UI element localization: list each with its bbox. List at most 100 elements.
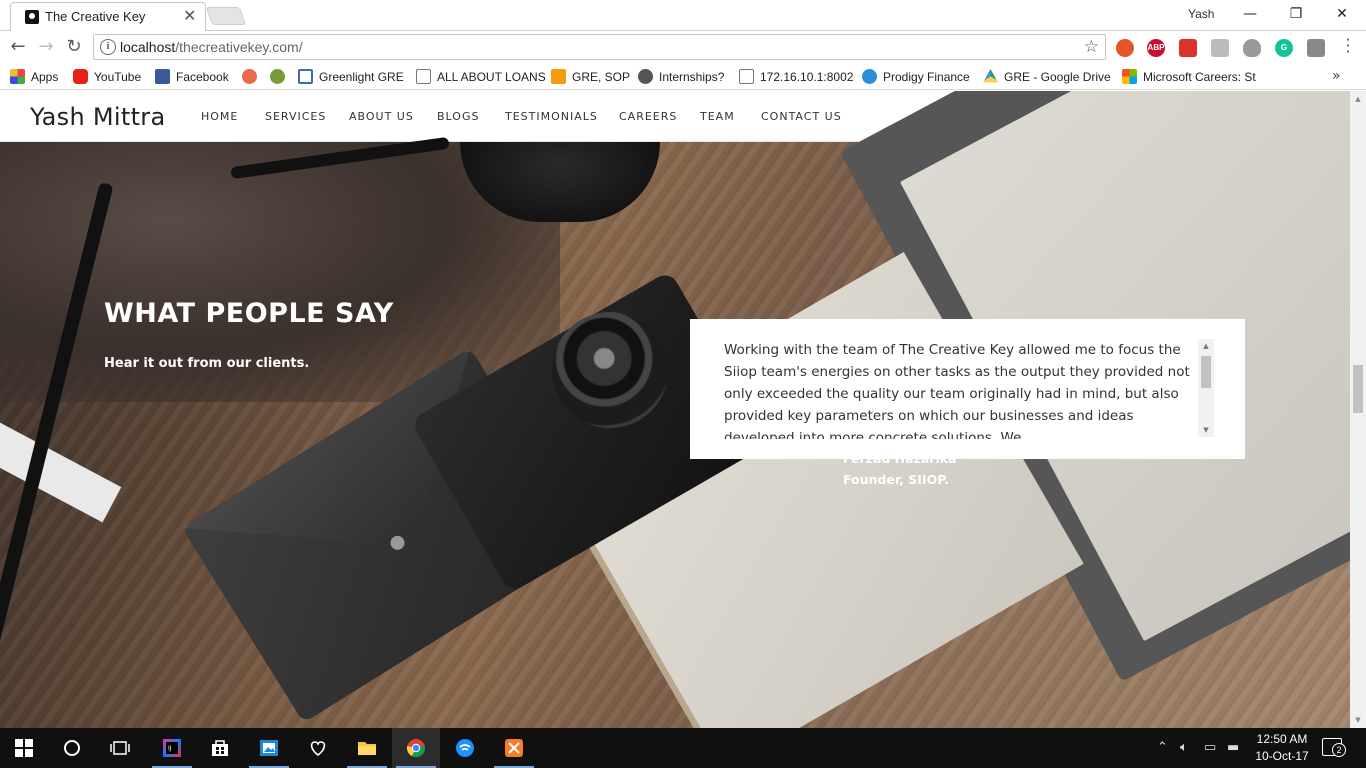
- task-view-icon[interactable]: [96, 728, 144, 768]
- new-tab-button[interactable]: [205, 7, 247, 25]
- bookmark-all-about-loans[interactable]: ALL ABOUT LOANS: [416, 67, 546, 87]
- nav-team[interactable]: TEAM: [700, 110, 735, 123]
- scroll-up-icon[interactable]: ▲: [1198, 339, 1214, 353]
- nav-home[interactable]: HOME: [201, 110, 238, 123]
- bookmark-apps[interactable]: Apps: [10, 67, 58, 87]
- bookmarks-overflow-icon[interactable]: »: [1332, 68, 1341, 84]
- chrome-logo-icon: [406, 739, 426, 758]
- tab-title: The Creative Key: [45, 9, 146, 24]
- tribal-icon: [270, 69, 285, 84]
- nav-about-us[interactable]: ABOUT US: [349, 110, 414, 123]
- keyhole-favicon-icon: [25, 10, 39, 24]
- file-explorer-icon[interactable]: [343, 728, 391, 768]
- bookmark-gre-google-drive[interactable]: GRE - Google Drive: [983, 67, 1111, 87]
- wifi-app-icon[interactable]: [441, 728, 489, 768]
- minimize-button[interactable]: —: [1227, 3, 1273, 25]
- nav-services[interactable]: SERVICES: [265, 110, 326, 123]
- bookmark-label: YouTube: [94, 70, 142, 84]
- nav-contact-us[interactable]: CONTACT US: [761, 110, 842, 123]
- scroll-up-icon[interactable]: ▲: [1350, 91, 1366, 107]
- store-bag-icon: [212, 740, 228, 756]
- bookmark-gre-sop[interactable]: GRE, SOP: [551, 67, 630, 87]
- scroll-thumb[interactable]: [1353, 365, 1363, 413]
- clipboard-icon[interactable]: [1211, 39, 1229, 57]
- restore-button[interactable]: ❐: [1273, 3, 1319, 25]
- iheartradio-glyph-icon: [310, 741, 326, 757]
- url-text[interactable]: localhost/thecreativekey.com/: [120, 39, 303, 55]
- xampp-glyph-icon: [505, 739, 523, 757]
- page-icon: [416, 69, 431, 84]
- notification-count-badge: 2: [1332, 743, 1346, 757]
- record-icon[interactable]: [1179, 39, 1197, 57]
- scroll-down-icon[interactable]: ▼: [1198, 423, 1214, 437]
- bookmark-facebook[interactable]: Facebook: [155, 67, 229, 87]
- photos-icon[interactable]: [245, 728, 293, 768]
- profile-name[interactable]: Yash: [1188, 7, 1214, 21]
- bookmark-microsoft-careers[interactable]: Microsoft Careers: St: [1122, 67, 1262, 87]
- intellij-glyph-icon: IJ: [163, 739, 181, 757]
- camera-lens: [552, 312, 668, 428]
- scroll-thumb[interactable]: [1201, 356, 1211, 388]
- bookmark-label: ALL ABOUT LOANS: [437, 70, 546, 84]
- bookmark-internships[interactable]: Internships?: [638, 67, 724, 87]
- bookmark-tribal[interactable]: [270, 67, 291, 87]
- bookmark-youtube[interactable]: YouTube: [73, 67, 141, 87]
- abp-icon[interactable]: ABP: [1147, 39, 1165, 57]
- site-brand[interactable]: Yash Mittra: [30, 103, 165, 131]
- page-scrollbar[interactable]: ▲ ▼: [1350, 91, 1366, 728]
- bookmark-label: Prodigy Finance: [883, 70, 970, 84]
- bookmark-label: GRE - Google Drive: [1004, 70, 1111, 84]
- cortana-icon[interactable]: [48, 728, 96, 768]
- flame-icon[interactable]: [1116, 39, 1134, 57]
- address-bar[interactable]: i localhost/thecreativekey.com/ ☆: [93, 34, 1106, 60]
- iheartradio-icon[interactable]: [294, 728, 342, 768]
- xampp-icon[interactable]: [490, 728, 538, 768]
- tab-close-icon[interactable]: ✕: [183, 6, 196, 25]
- clock-date: 10-Oct-17: [1255, 749, 1309, 763]
- forward-button[interactable]: →: [34, 35, 58, 59]
- camera-icon[interactable]: [1307, 39, 1325, 57]
- back-button[interactable]: ←: [6, 35, 30, 59]
- browser-toolbar: ← → ↻ i localhost/thecreativekey.com/ ☆ …: [0, 31, 1366, 63]
- battery-icon[interactable]: ▬: [1227, 740, 1239, 755]
- nav-blogs[interactable]: BLOGS: [437, 110, 479, 123]
- browser-tab[interactable]: The Creative Key ✕: [10, 2, 206, 31]
- browser-tab-strip: The Creative Key ✕ Yash — ❐ ✕: [0, 0, 1366, 31]
- greenlight-icon: [298, 69, 313, 84]
- nav-testimonials[interactable]: TESTIMONIALS: [505, 110, 598, 123]
- bookmark-greenlight-gre[interactable]: Greenlight GRE: [298, 67, 404, 87]
- close-window-button[interactable]: ✕: [1319, 3, 1365, 25]
- internship-icon: [638, 69, 653, 84]
- site-info-icon[interactable]: i: [100, 39, 116, 55]
- bookmark-prodigy-finance[interactable]: Prodigy Finance: [862, 67, 970, 87]
- bookmark-owl[interactable]: [242, 67, 263, 87]
- show-hidden-icons-icon[interactable]: ⌃: [1157, 740, 1168, 755]
- grammarly-icon[interactable]: G: [1275, 39, 1293, 57]
- store-icon[interactable]: [196, 728, 244, 768]
- volume-icon[interactable]: 🔈︎: [1180, 740, 1188, 755]
- apps-grid-icon: [10, 69, 25, 84]
- network-icon[interactable]: ▭: [1204, 740, 1216, 755]
- testimonial-author: Ferzad Hazarika: [843, 451, 957, 466]
- bookmark-local-server[interactable]: 172.16.10.1:8002: [739, 67, 853, 87]
- cortana-circle-icon: [64, 740, 80, 756]
- system-clock[interactable]: 12:50 AM 10-Oct-17: [1250, 731, 1314, 765]
- windows-start-icon[interactable]: [0, 728, 48, 768]
- facebook-icon: [155, 69, 170, 84]
- bookmark-label: Microsoft Careers: St: [1143, 70, 1256, 84]
- url-host: localhost: [120, 39, 176, 55]
- shield-icon[interactable]: [1243, 39, 1261, 57]
- chrome-icon[interactable]: [392, 728, 440, 768]
- scroll-down-icon[interactable]: ▼: [1350, 712, 1366, 728]
- bookmark-star-icon[interactable]: ☆: [1084, 37, 1099, 57]
- reload-button[interactable]: ↻: [62, 35, 86, 59]
- url-path: /thecreativekey.com/: [175, 39, 303, 55]
- testimonial-text[interactable]: Working with the team of The Creative Ke…: [724, 339, 1202, 439]
- chrome-menu-icon[interactable]: · · ·: [1341, 32, 1355, 60]
- photos-glyph-icon: [260, 740, 278, 756]
- bookmark-label: Internships?: [659, 70, 725, 84]
- windows-taskbar: IJ ⌃ 🔈︎ ▭ ▬ 12:50 AM 10-Oct-17 2: [0, 728, 1366, 768]
- testimonial-scrollbar[interactable]: ▲ ▼: [1198, 339, 1214, 437]
- nav-careers[interactable]: CAREERS: [619, 110, 677, 123]
- intellij-icon[interactable]: IJ: [148, 728, 196, 768]
